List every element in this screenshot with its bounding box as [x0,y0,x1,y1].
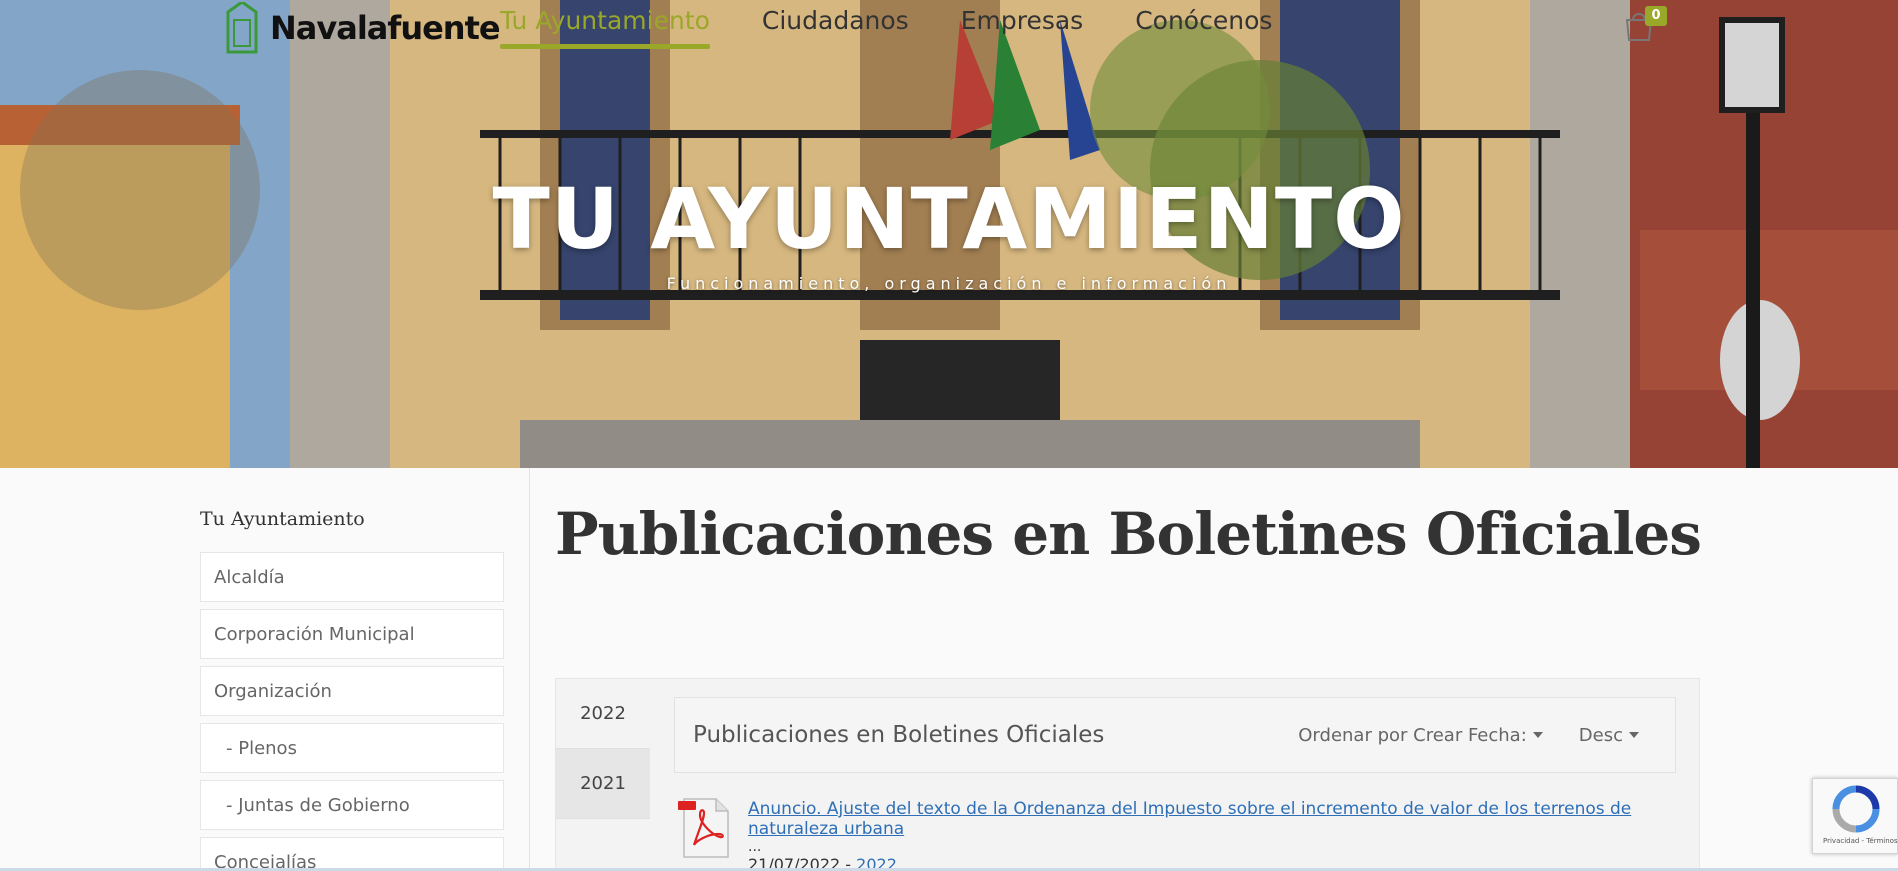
hero-subtitle: Funcionamiento, organización e informaci… [666,274,1232,293]
site-logo[interactable]: Navalafuente [224,0,501,56]
hero-banner: Navalafuente Tu Ayuntamiento Ciudadanos … [0,0,1898,468]
logo-text: Navalafuente [270,9,501,47]
nav-item-ciudadanos[interactable]: Ciudadanos [762,6,909,45]
document-title-link[interactable]: Anuncio. Ajuste del texto de la Ordenanz… [748,799,1668,839]
sidebar-item-organizacion[interactable]: Organización [200,666,504,716]
nav-item-conocenos[interactable]: Conócenos [1135,6,1272,45]
page-title: Publicaciones en Boletines Oficiales [555,500,1702,568]
sidebar-item-juntas-de-gobierno[interactable]: - Juntas de Gobierno [200,780,504,830]
recaptcha-terms[interactable]: Privacidad - Términos [1823,837,1898,845]
publications-list: Publicaciones en Boletines Oficiales Ord… [674,697,1676,871]
pdf-file-icon[interactable] [678,797,730,859]
hero-title: TU AYUNTAMIENTO [492,170,1406,268]
sidebar-item-alcaldia[interactable]: Alcaldía [200,552,504,602]
sidebar-menu: Alcaldía Corporación Municipal Organizac… [200,552,504,871]
main-nav: Tu Ayuntamiento Ciudadanos Empresas Conó… [500,6,1272,49]
caret-down-icon [1532,732,1543,738]
sidebar-item-corporacion-municipal[interactable]: Corporación Municipal [200,609,504,659]
cart-count-badge: 0 [1645,6,1667,26]
order-dropdown[interactable]: Desc [1579,725,1639,746]
order-label: Desc [1578,724,1623,746]
list-header: Publicaciones en Boletines Oficiales Ord… [674,697,1676,773]
sort-by-label: Ordenar por Crear Fecha: [1298,724,1527,746]
sidebar: Tu Ayuntamiento Alcaldía Corporación Mun… [0,468,530,871]
list-title: Publicaciones en Boletines Oficiales [693,722,1105,748]
document-excerpt: ... [748,839,762,855]
recaptcha-badge[interactable]: Privacidad - Términos [1812,778,1898,854]
nav-item-tu-ayuntamiento[interactable]: Tu Ayuntamiento [500,6,710,49]
sort-by-dropdown[interactable]: Ordenar por Crear Fecha: [1298,725,1543,746]
logo-emblem-icon [226,2,258,54]
year-tabs: 2022 2021 [556,679,650,819]
year-tab-2021[interactable]: 2021 [556,749,650,819]
sidebar-item-plenos[interactable]: - Plenos [200,723,504,773]
nav-item-empresas[interactable]: Empresas [961,6,1084,45]
recaptcha-logo-icon [1832,785,1880,833]
sidebar-title: Tu Ayuntamiento [200,508,365,530]
caret-down-icon [1629,732,1639,738]
publications-panel: 2022 2021 Publicaciones en Boletines Ofi… [555,678,1700,871]
year-tab-2022[interactable]: 2022 [556,679,650,749]
sidebar-item-concejalias[interactable]: Concejalías [200,837,504,871]
